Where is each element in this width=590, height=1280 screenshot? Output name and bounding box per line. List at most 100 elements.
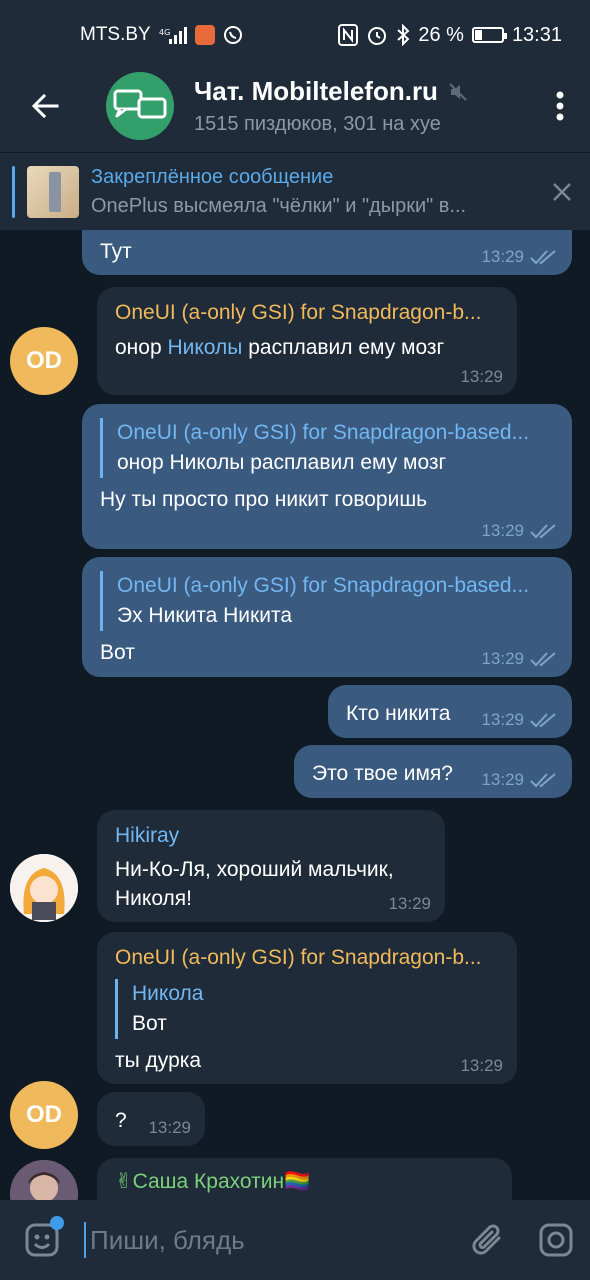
mute-icon: [449, 82, 467, 101]
sender-name: OneUI (a-only GSI) for Snapdragon-b...: [115, 946, 482, 969]
svg-text:4G: 4G: [159, 28, 170, 37]
nfc-icon: [338, 24, 359, 46]
message-input[interactable]: [84, 1222, 454, 1258]
message-text: Тут: [100, 240, 132, 263]
more-options-button[interactable]: [530, 60, 590, 152]
message-incoming[interactable]: OneUI (a-only GSI) for Snapdragon-b... Н…: [97, 932, 517, 1084]
attach-button[interactable]: [454, 1200, 522, 1280]
message-incoming[interactable]: Hikiray Ни-Ко-Ля, хороший мальчик, Никол…: [97, 810, 445, 922]
message-input-bar: [0, 1200, 590, 1280]
more-vert-icon: [556, 91, 564, 121]
chat-bubbles-icon: [113, 89, 167, 119]
chat-title: Чат. Mobiltelefon.ru: [194, 76, 438, 106]
alarm-icon: [366, 24, 388, 46]
message-meta: 13:29: [388, 894, 431, 914]
message-time: 13:29: [148, 1118, 191, 1137]
instagram-camera-icon: [539, 1223, 573, 1257]
message-outgoing[interactable]: Кто никита 13:29: [328, 685, 572, 738]
message-text-part: расплавил ему мозг: [242, 336, 445, 359]
message-text-part: онор: [115, 336, 168, 359]
battery-icon: [471, 27, 507, 43]
reply-text: Эх Никита Никита: [117, 604, 293, 627]
battery-percent: 26 %: [418, 23, 464, 46]
message-text: Это твое имя?: [312, 762, 453, 785]
message-time: 13:29: [460, 367, 503, 386]
status-right: 26 % 13:31: [338, 24, 562, 47]
double-check-icon: [530, 250, 556, 265]
pinned-text: Закреплённое сообщение OnePlus высмеяла …: [91, 166, 534, 218]
reply-quote[interactable]: Никола Вот: [115, 979, 499, 1039]
close-pinned-button[interactable]: [534, 153, 590, 231]
reply-title: OneUI (a-only GSI) for Snapdragon-based.…: [117, 421, 530, 444]
sender-name: ✌Саша Крахотин🏳️‍🌈: [115, 1170, 311, 1193]
avatar[interactable]: OD: [10, 1081, 78, 1149]
chat-avatar[interactable]: [106, 72, 174, 140]
camera-button[interactable]: [522, 1200, 590, 1280]
bluetooth-icon: [396, 24, 410, 46]
pinned-title: Закреплённое сообщение: [91, 165, 334, 188]
double-check-icon: [530, 524, 556, 539]
avatar[interactable]: [10, 854, 78, 922]
viber-icon: [223, 25, 243, 45]
pinned-preview: OnePlus высмеяла "чёлки" и "дырки" в...: [91, 194, 467, 217]
message-incoming[interactable]: ✌Саша Крахотин🏳️‍🌈: [97, 1158, 512, 1200]
sender-name: Hikiray: [115, 824, 180, 847]
back-button[interactable]: [0, 60, 90, 152]
message-outgoing[interactable]: OneUI (a-only GSI) for Snapdragon-based.…: [82, 404, 572, 549]
message-text: Ни-Ко-Ля, хороший мальчик, Николя!: [115, 858, 394, 910]
message-meta: 13:29: [481, 247, 558, 267]
message-outgoing[interactable]: Тут 13:29: [82, 230, 572, 275]
double-check-icon: [530, 713, 556, 728]
message-list[interactable]: Тут 13:29 OD OneUI (a-only GSI) for Snap…: [0, 230, 590, 1200]
paperclip-icon: [472, 1224, 501, 1255]
message-incoming[interactable]: OneUI (a-only GSI) for Snapdragon-b... о…: [97, 287, 517, 395]
avatar[interactable]: [10, 1160, 78, 1200]
avatar[interactable]: OD: [10, 327, 78, 395]
mention-link[interactable]: Николы: [167, 336, 242, 359]
message-meta: 13:29: [481, 521, 558, 541]
close-icon: [553, 182, 571, 201]
message-meta: 13:29: [460, 1056, 503, 1076]
message-time: 13:29: [481, 247, 524, 266]
avatar-initials: OD: [26, 347, 62, 374]
reply-quote[interactable]: OneUI (a-only GSI) for Snapdragon-based.…: [100, 418, 554, 478]
reply-quote[interactable]: OneUI (a-only GSI) for Snapdragon-based.…: [100, 571, 554, 631]
chat-header: Чат. Mobiltelefon.ru 1515 пиздюков, 301 …: [0, 60, 590, 152]
message-text: ты дурка: [115, 1049, 202, 1072]
carrier-label: MTS.BY: [80, 24, 151, 45]
reply-text: Вот: [132, 1012, 167, 1035]
pinned-thumbnail: [27, 165, 79, 218]
message-time: 13:29: [388, 894, 431, 913]
pinned-message[interactable]: Закреплённое сообщение OnePlus высмеяла …: [0, 152, 590, 230]
chat-subtitle: 1515 пиздюков, 301 на хуе: [194, 113, 441, 135]
emoji-notification-dot: [50, 1216, 64, 1230]
chat-header-info[interactable]: Чат. Mobiltelefon.ru 1515 пиздюков, 301 …: [194, 76, 530, 136]
double-check-icon: [530, 652, 556, 667]
message-time: 13:29: [481, 770, 524, 789]
message-meta: 13:29: [481, 710, 558, 730]
message-time: 13:29: [481, 710, 524, 729]
chat-title-row: Чат. Mobiltelefon.ru: [194, 76, 530, 107]
notification-app-icon: [194, 25, 215, 45]
message-time: 13:29: [481, 649, 524, 668]
message-incoming[interactable]: ? 13:29: [97, 1092, 205, 1146]
reply-title: Никола: [132, 982, 204, 1005]
message-text: Ну ты просто про никит говоришь: [100, 488, 428, 511]
message-text: ?: [115, 1109, 127, 1132]
message-meta: 13:29: [481, 770, 558, 790]
message-time: 13:29: [481, 521, 524, 540]
message-outgoing[interactable]: OneUI (a-only GSI) for Snapdragon-based.…: [82, 557, 572, 677]
pinned-indicator: [12, 165, 15, 218]
avatar-initials: OD: [26, 1101, 62, 1128]
reply-text: онор Николы расплавил ему мозг: [117, 451, 447, 474]
status-left: MTS.BY 4G: [80, 24, 243, 46]
emoji-button[interactable]: [0, 1200, 84, 1280]
back-arrow-icon: [31, 93, 59, 119]
message-meta: 13:29: [481, 649, 558, 669]
message-text: Кто никита: [346, 702, 451, 725]
battery-fill: [474, 30, 482, 40]
message-outgoing[interactable]: Это твое имя? 13:29: [294, 745, 572, 798]
message-meta: 13:29: [460, 367, 503, 387]
sender-name: OneUI (a-only GSI) for Snapdragon-b...: [115, 301, 482, 324]
signal-icon: 4G: [159, 25, 187, 45]
